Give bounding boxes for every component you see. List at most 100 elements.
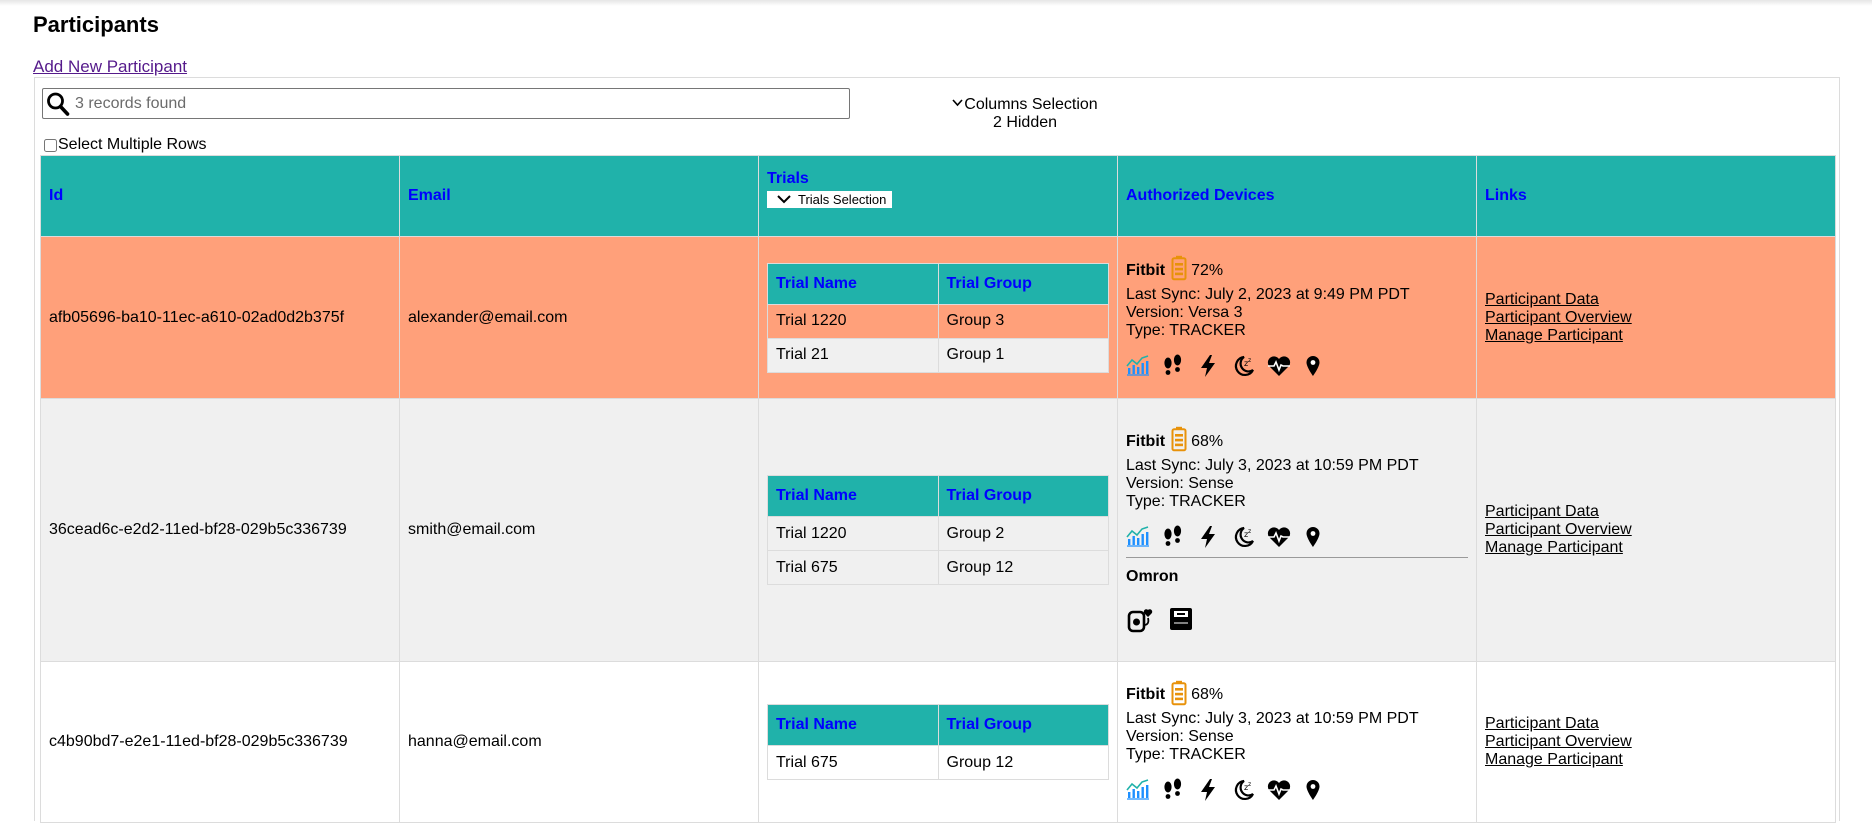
device-brand: Fitbit: [1126, 261, 1166, 279]
columns-selection-toggle[interactable]: Columns Selection 2 Hidden: [945, 94, 1105, 132]
table-row[interactable]: 36cead6c-e2d2-11ed-bf28-029b5c336739 smi…: [40, 398, 1836, 662]
trial-name-header: Trial Name: [767, 475, 939, 517]
blood-pressure-icon[interactable]: [1126, 606, 1168, 634]
trial-group: Group 12: [937, 550, 1109, 585]
sleep-moon-icon[interactable]: zz: [1231, 778, 1266, 804]
links-cell: Participant Data Participant Overview Ma…: [1476, 236, 1836, 399]
add-participant-link[interactable]: Add New Participant: [33, 57, 187, 77]
authorized-devices-cell: Fitbit 68% Last Sync: July 3, 2023 at 10…: [1117, 661, 1477, 823]
trial-group: Group 3: [937, 303, 1109, 339]
location-pin-icon[interactable]: [1301, 778, 1336, 804]
participant-data-link[interactable]: Participant Data: [1485, 503, 1827, 521]
activity-chart-icon[interactable]: [1126, 778, 1161, 804]
device-brand: Omron: [1126, 567, 1179, 585]
participant-id: c4b90bd7-e2e1-11ed-bf28-029b5c336739: [40, 661, 400, 823]
svg-text:z: z: [1248, 781, 1251, 788]
trial-group: Group 12: [937, 745, 1109, 780]
heart-rate-icon[interactable]: [1266, 354, 1301, 380]
heart-rate-icon[interactable]: [1266, 778, 1301, 804]
trials-table: Trial Name Trial Group Trial 675 Group 1…: [767, 704, 1109, 780]
activity-chart-icon[interactable]: [1126, 354, 1161, 380]
trial-row: Trial 675 Group 12: [767, 550, 1109, 585]
device-data-icons: zz: [1126, 354, 1468, 380]
trial-row: Trial 1220 Group 2: [767, 516, 1109, 551]
columns-selection-label: Columns Selection: [964, 96, 1098, 113]
activity-chart-icon[interactable]: [1126, 525, 1161, 551]
lightning-icon[interactable]: [1196, 778, 1231, 804]
trial-row: Trial 1220 Group 3: [767, 303, 1109, 339]
column-header-trials[interactable]: Trials Trials Selection: [758, 155, 1118, 237]
battery-icon: [1171, 255, 1187, 286]
lightning-icon[interactable]: [1196, 354, 1231, 380]
manage-participant-link[interactable]: Manage Participant: [1485, 539, 1827, 557]
trials-selection-label: Trials Selection: [798, 192, 887, 207]
location-pin-icon[interactable]: [1301, 354, 1336, 380]
select-multiple-rows[interactable]: Select Multiple Rows: [44, 136, 207, 154]
table-row[interactable]: c4b90bd7-e2e1-11ed-bf28-029b5c336739 han…: [40, 661, 1836, 823]
participant-overview-link[interactable]: Participant Overview: [1485, 733, 1827, 751]
device-brand: Fitbit: [1126, 432, 1166, 450]
location-pin-icon[interactable]: [1301, 525, 1336, 551]
trial-name-header: Trial Name: [767, 262, 939, 305]
search-icon: [46, 91, 70, 122]
trial-name: Trial 675: [767, 550, 939, 585]
column-header-authorized-devices[interactable]: Authorized Devices: [1117, 155, 1477, 237]
participant-overview-link[interactable]: Participant Overview: [1485, 521, 1827, 539]
footsteps-icon[interactable]: [1161, 354, 1196, 380]
participant-email: smith@email.com: [399, 398, 759, 662]
trial-group-header: Trial Group: [937, 475, 1109, 517]
omron-data-icons: [1126, 606, 1468, 634]
page-title: Participants: [33, 12, 159, 37]
trial-name: Trial 675: [767, 745, 939, 780]
scale-icon[interactable]: [1168, 606, 1210, 634]
column-header-links[interactable]: Links: [1476, 155, 1836, 237]
links-cell: Participant Data Participant Overview Ma…: [1476, 398, 1836, 662]
trials-selection-dropdown[interactable]: Trials Selection: [767, 191, 893, 208]
svg-text:z: z: [1248, 357, 1251, 364]
chevron-down-icon: [952, 94, 963, 112]
battery-percent: 68%: [1191, 686, 1224, 703]
trial-name-header: Trial Name: [767, 704, 939, 746]
device-type: Type: TRACKER: [1126, 321, 1246, 339]
column-header-email[interactable]: Email: [399, 155, 759, 237]
trial-name: Trial 1220: [767, 516, 939, 551]
device-divider: [1126, 556, 1468, 558]
manage-participant-link[interactable]: Manage Participant: [1485, 751, 1827, 769]
search-input[interactable]: [73, 92, 837, 116]
device-version: Version: Sense: [1126, 728, 1234, 745]
sleep-moon-icon[interactable]: zz: [1231, 354, 1266, 380]
participant-overview-link[interactable]: Participant Overview: [1485, 309, 1827, 327]
participant-email: alexander@email.com: [399, 236, 759, 399]
participant-data-link[interactable]: Participant Data: [1485, 715, 1827, 733]
footsteps-icon[interactable]: [1161, 525, 1196, 551]
table-row[interactable]: afb05696-ba10-11ec-a610-02ad0d2b375f ale…: [40, 236, 1836, 399]
search-box[interactable]: [42, 88, 850, 119]
trial-group: Group 2: [937, 516, 1109, 551]
sleep-moon-icon[interactable]: zz: [1231, 525, 1266, 551]
column-header-id[interactable]: Id: [40, 155, 400, 237]
select-multiple-label: Select Multiple Rows: [58, 136, 207, 153]
trials-table: Trial Name Trial Group Trial 1220 Group …: [767, 262, 1109, 373]
last-sync: Last Sync: July 3, 2023 at 10:59 PM PDT: [1126, 710, 1419, 727]
trial-group-header: Trial Group: [937, 704, 1109, 746]
manage-participant-link[interactable]: Manage Participant: [1485, 327, 1827, 345]
device-brand: Fitbit: [1126, 686, 1166, 703]
hidden-count: 2 Hidden: [992, 114, 1058, 131]
participant-data-link[interactable]: Participant Data: [1485, 291, 1827, 309]
device-version: Version: Versa 3: [1126, 303, 1243, 321]
footsteps-icon[interactable]: [1161, 778, 1196, 804]
chevron-down-icon: [777, 195, 791, 204]
battery-icon: [1171, 426, 1187, 457]
lightning-icon[interactable]: [1196, 525, 1231, 551]
battery-percent: 72%: [1191, 261, 1224, 279]
authorized-devices-cell: Fitbit 72% Last Sync: July 2, 2023 at 9:…: [1117, 236, 1477, 399]
trial-row: Trial 675 Group 12: [767, 745, 1109, 780]
top-shadow: [0, 0, 1872, 6]
select-multiple-checkbox[interactable]: [44, 138, 57, 152]
device-type: Type: TRACKER: [1126, 746, 1246, 763]
device-data-icons: zz: [1126, 525, 1468, 551]
heart-rate-icon[interactable]: [1266, 525, 1301, 551]
links-cell: Participant Data Participant Overview Ma…: [1476, 661, 1836, 823]
trials-cell: Trial Name Trial Group Trial 1220 Group …: [758, 236, 1118, 399]
participants-table: Id Email Trials Trials Selection Authori…: [40, 155, 1836, 823]
